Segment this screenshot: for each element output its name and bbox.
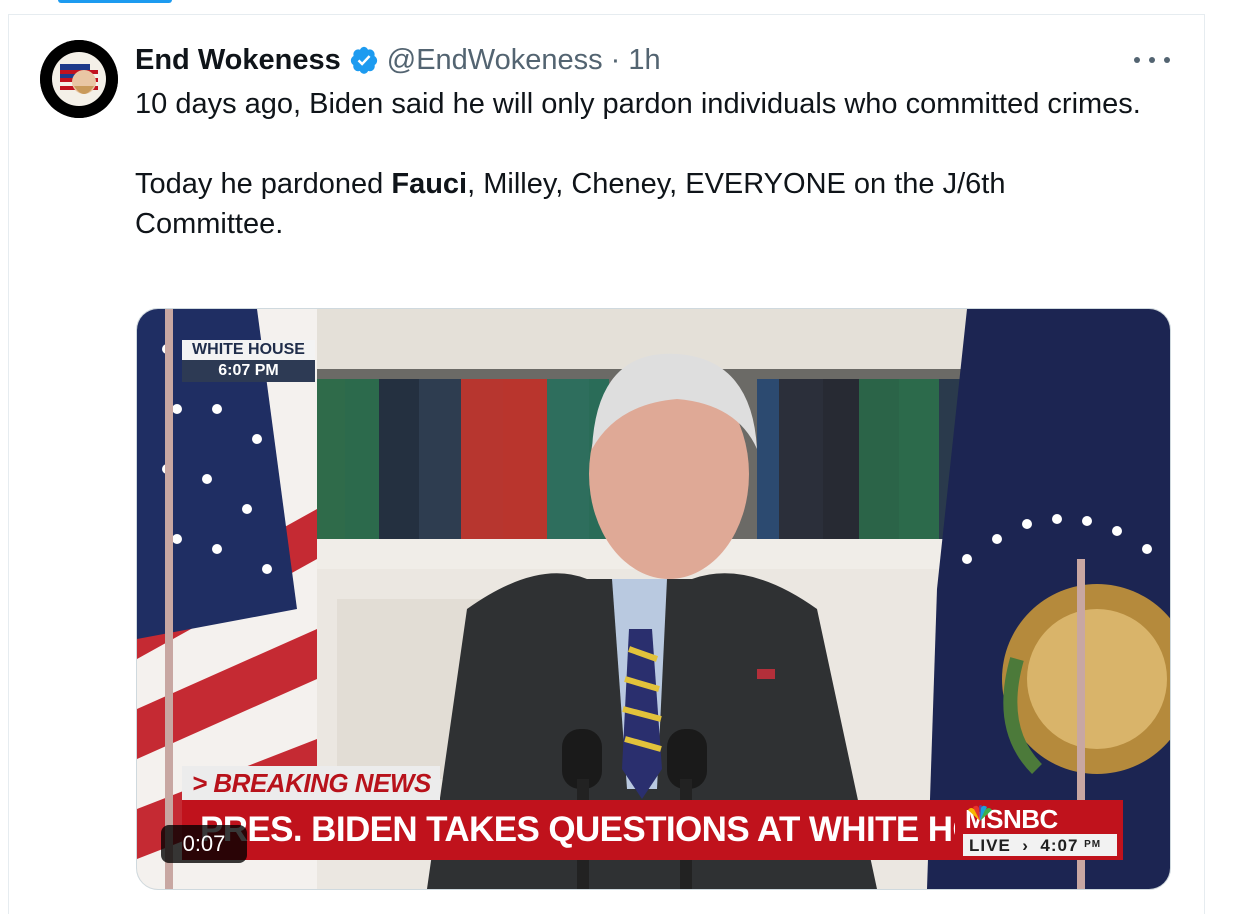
- avatar[interactable]: [40, 40, 118, 118]
- network-bug: MSNBC LIVE › 4:07 PM: [955, 800, 1123, 860]
- live-indicator: LIVE › 4:07 PM: [963, 834, 1117, 856]
- location-time: 6:07 PM: [182, 360, 315, 382]
- tweet-text-line-2: Today he pardoned Fauci, Milley, Cheney,…: [135, 164, 1155, 244]
- tweet-text-prefix: Today he pardoned: [135, 168, 392, 200]
- video-elapsed-time: 0:07: [161, 825, 247, 863]
- separator-dot: ·: [610, 43, 621, 76]
- location-label: WHITE HOUSE: [182, 340, 315, 360]
- tweet-text: 10 days ago, Biden said he will only par…: [135, 84, 1155, 244]
- tweet-header: End Wokeness @EndWokeness · 1h: [135, 40, 661, 80]
- user-handle[interactable]: @EndWokeness: [387, 44, 603, 77]
- more-options-icon[interactable]: [1134, 46, 1170, 74]
- headline-bar: PRES. BIDEN TAKES QUESTIONS AT WHITE HOU…: [182, 800, 1012, 860]
- live-label: LIVE: [969, 836, 1011, 855]
- location-lower-third: WHITE HOUSE 6:07 PM: [182, 340, 315, 382]
- tweet-text-bold: Fauci: [391, 168, 468, 200]
- live-ampm: PM: [1084, 839, 1102, 850]
- peacock-icon: [968, 805, 992, 821]
- verified-badge-icon[interactable]: [349, 45, 379, 75]
- headline-text: PRES. BIDEN TAKES QUESTIONS AT WHITE HOU…: [200, 810, 1012, 849]
- breaking-news-label: > BREAKING NEWS: [182, 766, 440, 800]
- tab-indicator: [58, 0, 172, 3]
- live-chevron-icon: ›: [1016, 836, 1035, 855]
- avatar-logo-icon: [40, 40, 118, 118]
- timestamp[interactable]: 1h: [628, 44, 660, 77]
- tweet-text-line-1: 10 days ago, Biden said he will only par…: [135, 88, 1141, 120]
- network-logo: MSNBC: [965, 804, 1058, 835]
- live-time: 4:07: [1040, 836, 1079, 855]
- display-name[interactable]: End Wokeness: [135, 44, 341, 77]
- video-player[interactable]: WHITE HOUSE 6:07 PM > BREAKING NEWS PRES…: [136, 308, 1171, 890]
